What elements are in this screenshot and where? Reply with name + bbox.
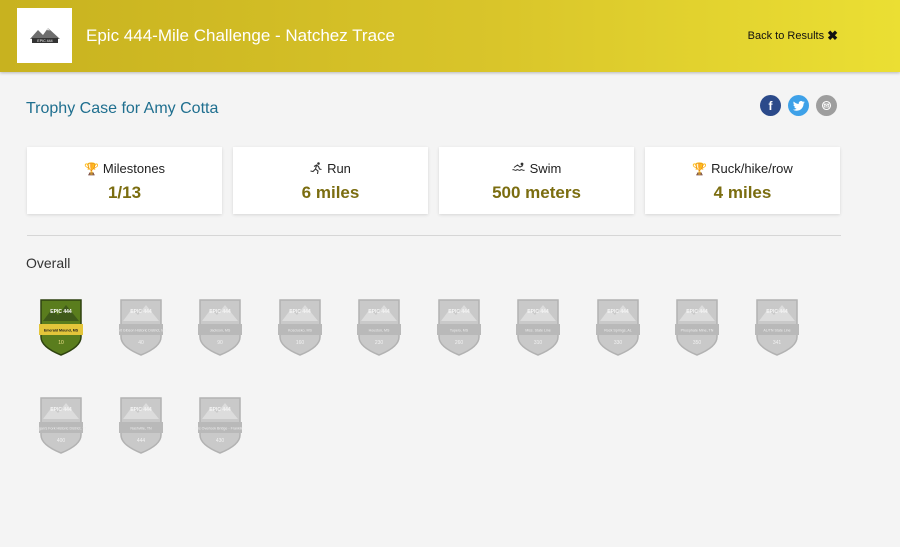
facebook-share-button[interactable]: f [760,95,781,116]
run-stat-card: Run 6 miles [233,147,428,214]
svg-text:Port Gibson Historic District,: Port Gibson Historic District, MS [116,329,166,333]
svg-text:Miss. State Line: Miss. State Line [525,329,551,333]
svg-text:EPIC 444: EPIC 444 [50,407,72,413]
milestone-badge[interactable]: EPIC 444 Miss. State Line 310 [513,297,563,357]
svg-text:EPIC 444: EPIC 444 [527,309,549,315]
svg-text:EPIC 444: EPIC 444 [686,309,708,315]
svg-text:430: 430 [216,438,225,444]
svg-text:Tupelo, MS: Tupelo, MS [449,329,468,333]
app-title: Epic 444-Mile Challenge - Natchez Trace [86,26,395,45]
milestone-badge-icon: EPIC 444 AL/TN State Line 341 [754,299,799,356]
milestone-badge-icon: EPIC 444 Scenic Overlook Bridge - Frankli… [195,397,245,454]
svg-text:400: 400 [57,438,66,444]
twitter-share-button[interactable] [788,95,809,116]
svg-text:Jackson, MS: Jackson, MS [210,329,231,333]
milestone-badge[interactable]: EPIC 444 Emerald Mound, MS 10 [36,297,86,357]
milestone-badge-icon: EPIC 444 Nashville, TN 444 [118,397,163,454]
svg-text:Emerald Mound, MS: Emerald Mound, MS [44,329,79,333]
milestone-badge[interactable]: EPIC 444 Phosphate Mine, TN 350 [672,297,722,357]
close-icon: ✖ [827,28,838,43]
svg-text:EPIC 444: EPIC 444 [607,309,629,315]
top-bar: EPIC 444 Epic 444-Mile Challenge - Natch… [0,0,900,72]
milestone-badge-icon: EPIC 444 Port Gibson Historic District, M… [116,299,166,356]
svg-text:444: 444 [136,438,145,444]
svg-text:EPIC 444: EPIC 444 [50,309,72,315]
milestone-badge-icon: EPIC 444 Rock Springs, AL 330 [595,299,640,356]
svg-text:Scenic Overlook Bridge - Frank: Scenic Overlook Bridge - Franklin, TN [195,427,245,431]
milestone-badge-icon: EPIC 444 Phosphate Mine, TN 350 [675,299,719,356]
milestones-stat-card: 🏆 Milestones 1/13 [27,147,222,214]
svg-text:Logan's Fork Historic District: Logan's Fork Historic District, TN [36,427,86,431]
stat-label: Run [327,161,351,176]
mountain-logo-icon: EPIC 444 [29,27,60,43]
milestone-badge-icon: EPIC 444 Miss. State Line 310 [516,299,560,356]
milestone-badge-icon: EPIC 444 Logan's Fork Historic District, … [36,397,86,454]
stat-value: 4 miles [713,183,772,202]
svg-text:EPIC 444: EPIC 444 [289,309,311,315]
back-to-results-button[interactable]: Back to Results ✖ [748,29,838,42]
svg-text:EPIC 444: EPIC 444 [130,407,152,413]
stat-value: 1/13 [107,183,142,202]
stat-value: 6 miles [301,183,360,202]
milestone-badge-icon: EPIC 444 Kosciusko, MS 160 [277,299,322,356]
svg-text:90: 90 [217,340,223,346]
email-share-button[interactable] [816,95,837,116]
milestone-badge[interactable]: EPIC 444 Logan's Fork Historic District, … [36,395,86,455]
milestone-badge[interactable]: EPIC 444 Tupelo, MS 260 [434,297,484,357]
svg-text:EPIC 444: EPIC 444 [209,407,231,413]
milestone-badge-icon: EPIC 444 Jackson, MS 90 [198,299,242,356]
svg-text:160: 160 [295,340,304,346]
overall-section-title: Overall [26,255,71,271]
trophy-icon: 🏆 [692,161,708,176]
svg-text:230: 230 [375,340,384,346]
svg-text:EPIC 444: EPIC 444 [209,309,231,315]
milestone-badge[interactable]: EPIC 444 Jackson, MS 90 [195,297,245,357]
svg-text:Rock Springs, AL: Rock Springs, AL [604,329,632,333]
runner-icon [310,161,323,176]
svg-text:Houston, MS: Houston, MS [369,329,390,333]
twitter-icon [792,100,805,111]
svg-text:EPIC 444: EPIC 444 [130,309,152,315]
milestone-badge[interactable]: EPIC 444 Houston, MS 230 [354,297,404,357]
svg-text:Phosphate Mine, TN: Phosphate Mine, TN [681,329,714,333]
page-title: Trophy Case for Amy Cotta [26,100,219,117]
stat-value: 500 meters [492,183,581,202]
svg-text:EPIC 444: EPIC 444 [37,39,52,43]
app-logo: EPIC 444 [17,8,72,63]
svg-text:Nashville, TN: Nashville, TN [130,427,152,431]
stat-label: Ruck/hike/row [711,161,793,176]
svg-text:EPIC 444: EPIC 444 [368,309,390,315]
svg-text:310: 310 [534,340,543,346]
svg-text:Kosciusko, MS: Kosciusko, MS [288,329,312,333]
email-icon [821,100,832,111]
swimmer-icon [511,162,526,175]
back-to-results-label: Back to Results [747,29,825,42]
svg-text:10: 10 [58,340,64,346]
stat-label: Swim [529,161,562,176]
milestone-badge[interactable]: EPIC 444 Scenic Overlook Bridge - Frankli… [195,395,245,455]
svg-text:341: 341 [772,340,781,346]
milestone-badge-icon: EPIC 444 Houston, MS 230 [357,299,401,356]
stat-label: Milestones [102,161,166,176]
svg-text:EPIC 444: EPIC 444 [766,309,788,315]
ruck-stat-card: 🏆 Ruck/hike/row 4 miles [645,147,840,214]
milestone-badge-icon: EPIC 444 Emerald Mound, MS 10 [39,299,83,356]
milestone-badge[interactable]: EPIC 444 Kosciusko, MS 160 [275,297,325,357]
section-divider [27,235,841,236]
facebook-icon: f [768,98,773,113]
svg-text:EPIC 444: EPIC 444 [448,309,470,315]
milestone-badge[interactable]: EPIC 444 Nashville, TN 444 [116,395,166,455]
milestone-badge[interactable]: EPIC 444 AL/TN State Line 341 [752,297,802,357]
milestone-badge-icon: EPIC 444 Tupelo, MS 260 [436,299,481,356]
svg-text:330: 330 [613,340,622,346]
swim-stat-card: Swim 500 meters [439,147,634,214]
milestone-badge[interactable]: EPIC 444 Port Gibson Historic District, M… [116,297,166,357]
svg-text:40: 40 [138,340,144,346]
milestone-badge[interactable]: EPIC 444 Rock Springs, AL 330 [593,297,643,357]
svg-text:350: 350 [693,340,702,346]
trophy-icon: 🏆 [83,161,99,176]
svg-text:260: 260 [454,340,463,346]
svg-text:AL/TN State Line: AL/TN State Line [763,329,790,333]
